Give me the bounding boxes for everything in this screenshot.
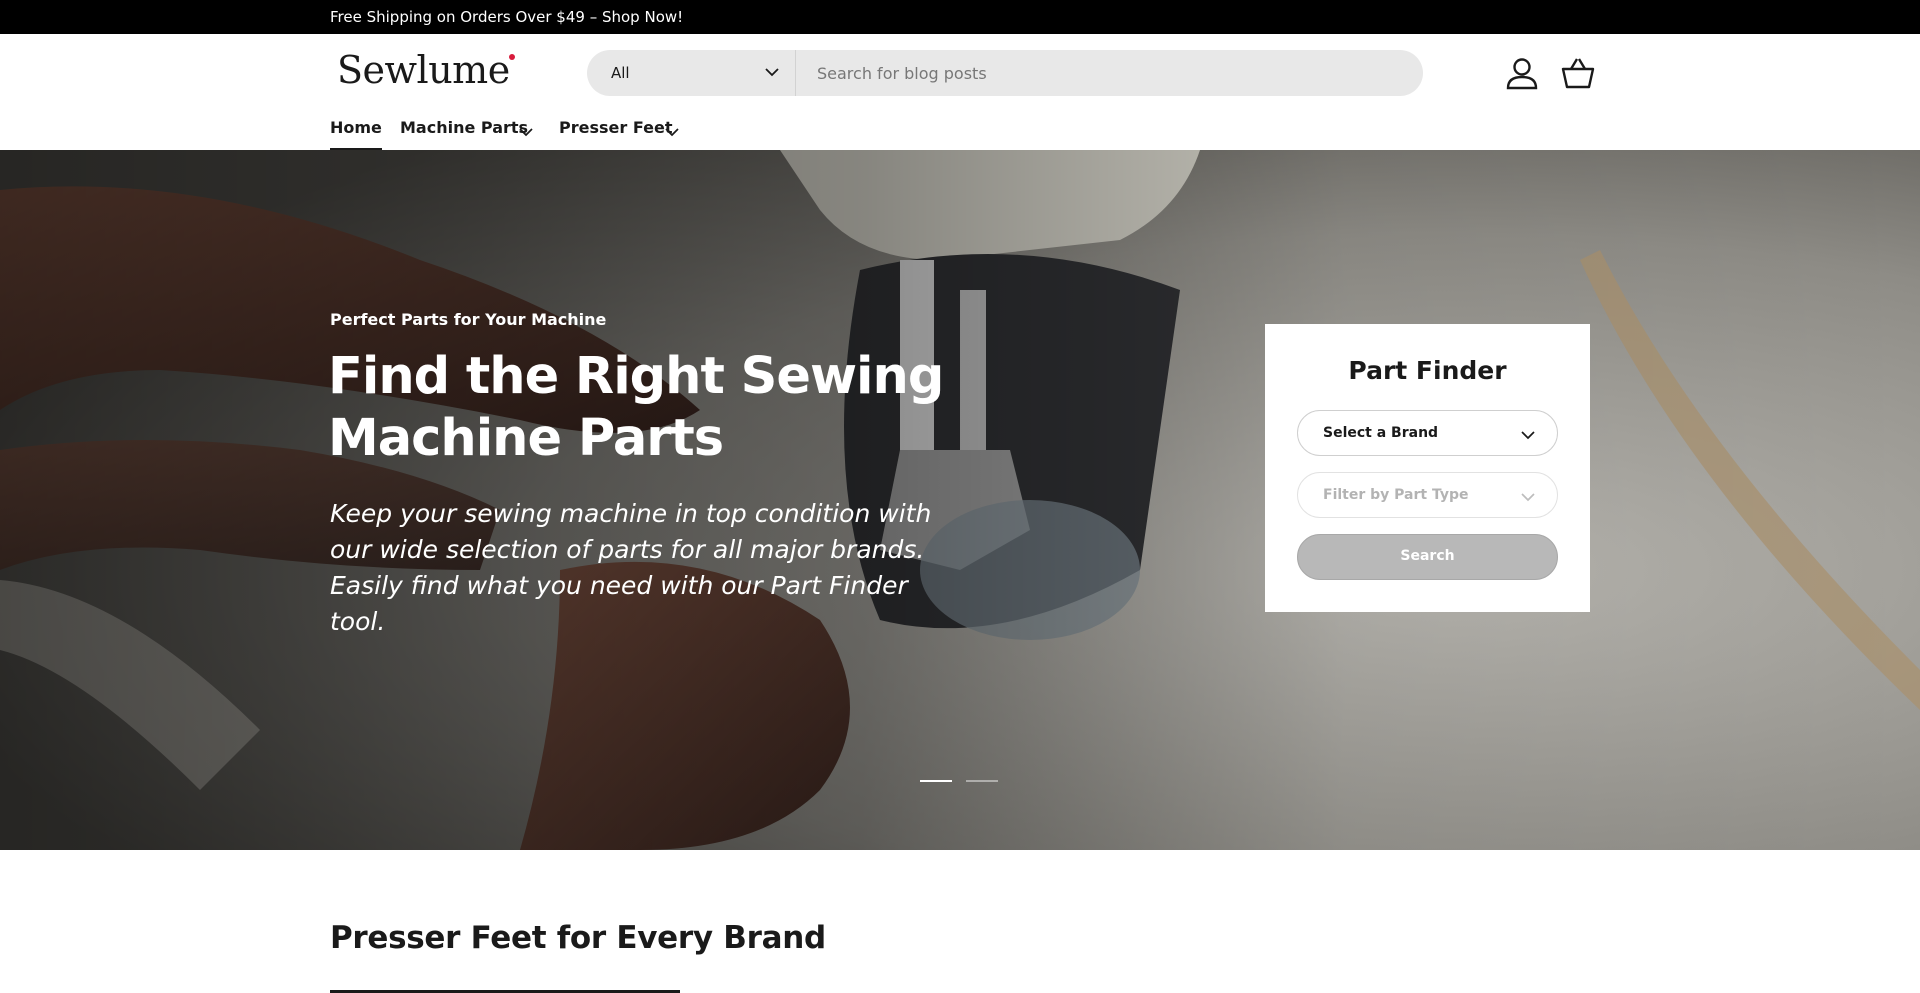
site-logo[interactable]: Sewlume bbox=[337, 48, 515, 92]
part-finder-search-button[interactable]: Search bbox=[1297, 534, 1558, 580]
nav-item-presser-feet[interactable]: Presser Feet bbox=[559, 118, 679, 150]
announcement-bar[interactable]: Free Shipping on Orders Over $49 – Shop … bbox=[0, 0, 1920, 34]
hero-banner: Perfect Parts for Your Machine Find the … bbox=[0, 150, 1920, 850]
site-header: Sewlume All Home Machine Parts bbox=[0, 34, 1920, 150]
hero-eyebrow: Perfect Parts for Your Machine bbox=[330, 310, 607, 329]
search-input[interactable] bbox=[797, 50, 1357, 96]
brand-select-label: Select a Brand bbox=[1323, 425, 1439, 441]
nav-item-label: Home bbox=[330, 118, 382, 137]
section-title: Presser Feet for Every Brand bbox=[330, 920, 826, 956]
chevron-down-icon bbox=[1521, 431, 1535, 440]
slide-indicator-2[interactable] bbox=[966, 780, 998, 782]
search-category-select[interactable]: All bbox=[587, 50, 796, 96]
part-type-select-label: Filter by Part Type bbox=[1323, 487, 1469, 503]
search-category-label: All bbox=[611, 64, 630, 82]
chevron-down-icon bbox=[665, 128, 679, 137]
nav-item-home[interactable]: Home bbox=[330, 118, 382, 150]
nav-item-machine-parts[interactable]: Machine Parts bbox=[400, 118, 533, 150]
logo-dot bbox=[508, 54, 515, 60]
part-type-select[interactable]: Filter by Part Type bbox=[1297, 472, 1558, 518]
chevron-down-icon bbox=[765, 68, 779, 77]
hero-subtitle: Keep your sewing machine in top conditio… bbox=[330, 499, 932, 636]
slide-indicator-1[interactable] bbox=[920, 780, 952, 782]
chevron-down-icon bbox=[519, 128, 533, 137]
chevron-down-icon bbox=[1521, 493, 1535, 502]
nav-item-label: Presser Feet bbox=[559, 118, 673, 137]
part-finder-panel: Part Finder Select a Brand Filter by Par… bbox=[1265, 324, 1590, 612]
search-bar: All bbox=[587, 50, 1423, 96]
hero-title: Find the Right Sewing Machine Parts bbox=[328, 347, 944, 468]
logo-text: Sewlume bbox=[337, 48, 510, 92]
announcement-text[interactable]: Free Shipping on Orders Over $49 – Shop … bbox=[330, 1, 683, 33]
nav-item-label: Machine Parts bbox=[400, 118, 529, 137]
hero-overlay bbox=[0, 150, 1920, 850]
brand-select[interactable]: Select a Brand bbox=[1297, 410, 1558, 456]
cart-icon[interactable] bbox=[1560, 56, 1596, 90]
account-icon[interactable] bbox=[1505, 56, 1539, 90]
part-finder-title: Part Finder bbox=[1348, 356, 1507, 385]
